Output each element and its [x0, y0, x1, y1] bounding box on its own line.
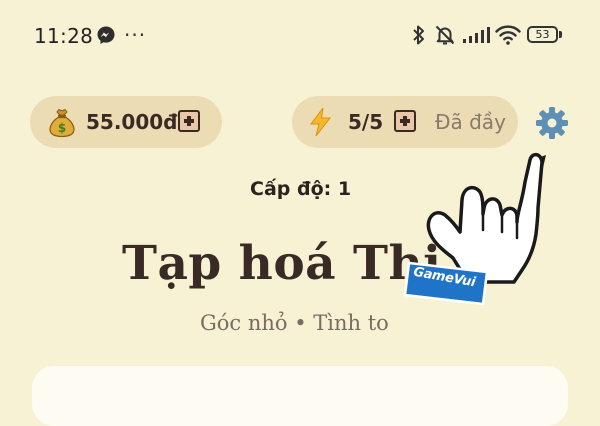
add-coins-button[interactable] [178, 110, 200, 132]
signal-icon [463, 27, 490, 43]
coins-pill: $ 55.000đ [30, 96, 222, 148]
gear-icon[interactable] [535, 106, 569, 140]
coins-value: 55.000đ [86, 110, 178, 134]
energy-value: 5/5 [348, 110, 384, 134]
shop-title: Tạp hoá Thị [122, 236, 442, 291]
bluetooth-icon [413, 25, 424, 45]
bell-muted-icon [435, 25, 455, 45]
battery-tip [559, 31, 562, 38]
energy-pill: 5/5 Đã đầy [292, 96, 518, 148]
wifi-icon [495, 25, 521, 45]
svg-text:$: $ [58, 121, 66, 135]
battery-icon: 53 [527, 26, 558, 43]
status-bar: 11:28 ··· 53 [0, 0, 600, 70]
messenger-icon [97, 26, 115, 44]
status-time: 11:28 [34, 24, 94, 48]
lightning-icon [310, 107, 332, 137]
more-notifications-icon: ··· [124, 23, 147, 47]
content-card [32, 366, 568, 426]
level-label: Cấp độ: 1 [250, 178, 352, 200]
money-bag-icon: $ [49, 108, 75, 138]
add-energy-button[interactable] [394, 110, 416, 132]
energy-status: Đã đầy [435, 110, 506, 134]
shop-subtitle: Góc nhỏ • Tình to [200, 311, 389, 335]
